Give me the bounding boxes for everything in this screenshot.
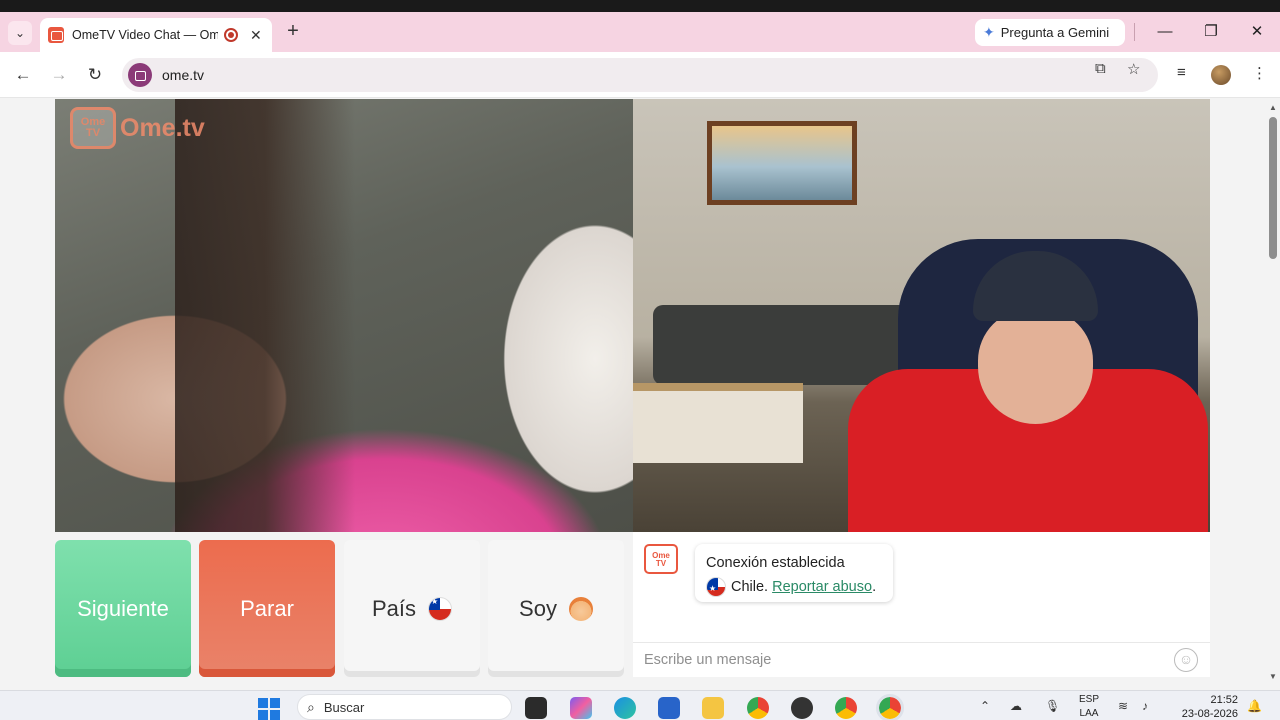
- onedrive-icon[interactable]: ☁: [1010, 699, 1022, 713]
- language-indicator[interactable]: ESP LAA: [1074, 693, 1104, 720]
- ometv-logo: Ome TV Ome.tv: [70, 107, 205, 149]
- close-window-button[interactable]: ✕: [1237, 20, 1277, 44]
- divider: [1134, 23, 1135, 41]
- country-button-label: País: [371, 595, 417, 621]
- message-input[interactable]: Escribe un mensaje: [633, 642, 1210, 677]
- address-bar[interactable]: ome.tv: [122, 58, 1158, 92]
- url-text: ome.tv: [162, 67, 205, 83]
- chat-panel: Ome TV Conexión establecida Chile. Repor…: [633, 532, 1210, 677]
- obs-app-icon[interactable]: [791, 697, 813, 719]
- profile-avatar[interactable]: [1211, 65, 1231, 85]
- back-arrow-icon[interactable]: ←: [12, 64, 34, 86]
- taskbar-search-label: Buscar: [323, 699, 365, 715]
- restore-button[interactable]: ❐: [1191, 20, 1231, 44]
- gemini-button[interactable]: ✦ Pregunta a Gemini: [975, 19, 1125, 46]
- country-line: Chile. Reportar abuso.: [706, 575, 882, 599]
- next-button[interactable]: Siguiente: [55, 540, 191, 677]
- file-explorer-app-icon[interactable]: [525, 697, 547, 719]
- clock[interactable]: 21:52 23-08-2026: [1168, 693, 1238, 720]
- report-suffix: .: [872, 579, 877, 595]
- clock-time: 21:52: [1210, 694, 1238, 706]
- chrome-active-app-icon[interactable]: [876, 694, 904, 720]
- forward-arrow-icon[interactable]: →: [48, 64, 70, 86]
- tab-ometv[interactable]: OmeTV Video Chat — Ome ✕: [40, 18, 272, 52]
- person-face: [978, 309, 1093, 424]
- page-scrollbar[interactable]: ▲ ▼: [1266, 99, 1280, 685]
- tab-close-icon[interactable]: ✕: [250, 27, 262, 44]
- chile-flag-icon: [428, 596, 453, 621]
- boy-emoji-icon: [568, 596, 593, 621]
- gemini-sparkle-icon: ✦: [983, 24, 995, 40]
- volume-icon[interactable]: ♪: [1142, 699, 1148, 713]
- reload-icon[interactable]: ↻: [84, 64, 106, 86]
- taskbar-search[interactable]: ⌕ Buscar: [297, 694, 512, 720]
- scroll-thumb[interactable]: [1269, 117, 1277, 259]
- tab-bar: ⌄ OmeTV Video Chat — Ome ✕ + ✦ Pregunta …: [0, 12, 1280, 52]
- menu-kebab-icon[interactable]: ⋮: [1252, 64, 1267, 82]
- navigation-bar: ← → ↻ ome.tv ⧉ ☆ ≡ ⋮: [0, 52, 1280, 98]
- country-name: Chile.: [731, 579, 769, 595]
- ometv-chat-logo-icon: Ome TV: [644, 544, 678, 574]
- ometv-logo-text: Ome.tv: [120, 113, 205, 142]
- windows-taskbar: ⌕ Buscar ⌃ ☁ 🎙 ESP LAA ≋ ♪ 21:52 23-08-2…: [0, 690, 1280, 720]
- gender-button-label: Soy: [519, 595, 557, 621]
- language-code: ESP: [1078, 694, 1099, 705]
- windows-start-icon[interactable]: [258, 698, 280, 720]
- notifications-icon[interactable]: 🔔: [1247, 699, 1262, 713]
- search-icon: ⌕: [307, 698, 315, 715]
- gender-button[interactable]: Soy: [488, 540, 624, 677]
- coffee-table: [633, 383, 803, 463]
- stop-button-label: Parar: [240, 595, 294, 621]
- folder-app-icon[interactable]: [702, 697, 724, 719]
- next-button-label: Siguiente: [77, 595, 169, 621]
- tray-chevron-icon[interactable]: ⌃: [980, 699, 990, 713]
- wifi-icon[interactable]: ≋: [1118, 699, 1128, 713]
- chile-flag-icon: [706, 577, 726, 598]
- microphone-icon[interactable]: 🎙: [1045, 699, 1060, 713]
- self-video: [633, 99, 1210, 532]
- minimize-button[interactable]: —: [1145, 20, 1185, 44]
- media-controls-icon[interactable]: ≡: [1177, 64, 1186, 81]
- site-camera-icon[interactable]: [128, 63, 152, 87]
- scroll-down-arrow-icon[interactable]: ▼: [1269, 672, 1277, 681]
- country-button[interactable]: País: [344, 540, 480, 677]
- cast-icon[interactable]: ⧉: [1095, 60, 1106, 77]
- video-figure: [175, 99, 355, 532]
- top-strip: [0, 0, 1280, 12]
- stop-button[interactable]: Parar: [199, 540, 335, 677]
- language-layout: LAA: [1079, 708, 1099, 719]
- store-app-icon[interactable]: [658, 697, 680, 719]
- recording-indicator-icon: [224, 28, 238, 42]
- ometv-favicon-icon: [48, 27, 64, 43]
- chrome-app-icon[interactable]: [747, 697, 769, 719]
- tab-title: OmeTV Video Chat — Ome: [72, 28, 218, 42]
- gemini-label: Pregunta a Gemini: [1000, 25, 1110, 40]
- system-message: Conexión establecida Chile. Reportar abu…: [695, 544, 893, 602]
- tab-search-chevron-icon[interactable]: ⌄: [8, 21, 32, 45]
- stranger-video: [55, 99, 633, 532]
- new-tab-button[interactable]: +: [282, 21, 304, 43]
- connection-status: Conexión establecida: [706, 555, 845, 571]
- copilot-app-icon[interactable]: [570, 697, 592, 719]
- edge-app-icon[interactable]: [614, 697, 636, 719]
- wall-painting: [707, 121, 857, 205]
- bookmark-star-icon[interactable]: ☆: [1127, 60, 1140, 78]
- report-abuse-link[interactable]: Reportar abuso: [772, 579, 872, 595]
- ometv-badge-icon: Ome TV: [70, 107, 116, 149]
- clock-date: 23-08-2026: [1181, 708, 1238, 720]
- scroll-up-arrow-icon[interactable]: ▲: [1269, 103, 1277, 112]
- emoji-smiley-icon[interactable]: ☺: [1174, 648, 1198, 672]
- chrome-profile-app-icon[interactable]: [835, 697, 857, 719]
